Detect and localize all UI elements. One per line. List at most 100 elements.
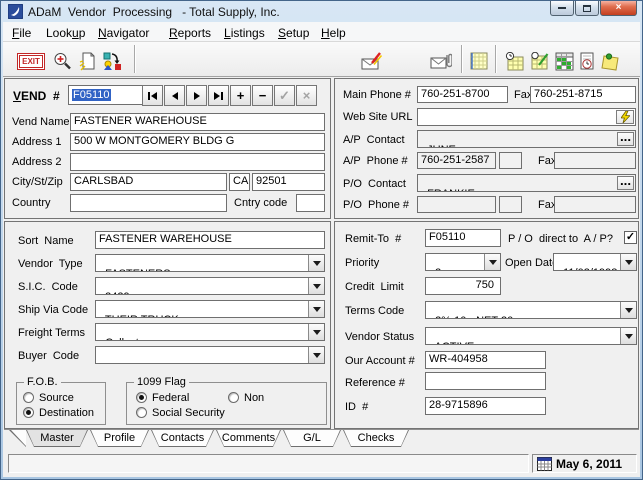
nav-last-button[interactable] (208, 85, 229, 106)
mail-attachment-button[interactable] (428, 49, 454, 73)
nav-cancel-button[interactable]: × (296, 85, 317, 106)
city-field[interactable]: CARLSBAD (70, 173, 227, 191)
buyer-code-dropdown[interactable] (95, 346, 325, 364)
maximize-button[interactable] (575, 1, 599, 16)
fob-source-label[interactable]: Source (39, 392, 74, 404)
ap-fax-field[interactable] (554, 152, 636, 169)
flag1099-ss-label[interactable]: Social Security (152, 407, 225, 419)
tab-contacts[interactable]: Contacts (151, 430, 214, 447)
new-document-icon (79, 52, 98, 71)
grid-data-icon (555, 52, 574, 71)
web-url-field[interactable] (417, 108, 636, 126)
flag1099-federal-label[interactable]: Federal (152, 392, 189, 404)
dropdown-arrow-icon[interactable] (620, 328, 636, 344)
nav-insert-button[interactable]: + (230, 85, 251, 106)
sic-code-dropdown[interactable]: 3429 (95, 277, 325, 295)
tab-gl[interactable]: G/L (283, 430, 341, 447)
main-fax-field[interactable]: 760-251-8715 (530, 86, 636, 103)
dropdown-arrow-icon[interactable] (620, 254, 636, 270)
vend-name-field[interactable]: FASTENER WAREHOUSE (70, 113, 325, 131)
address1-field[interactable]: 500 W MONTGOMERY BLDG G (70, 133, 325, 151)
remit-to-label: Remit-To # (345, 233, 401, 245)
credit-limit-field[interactable]: 750 (425, 277, 501, 295)
po-fax-field[interactable] (554, 196, 636, 213)
tab-profile[interactable]: Profile (90, 430, 149, 447)
ap-contact-field[interactable]: JUNE ... (417, 130, 636, 148)
nav-next-button[interactable] (186, 85, 207, 106)
ap-phone-ext-field[interactable] (499, 152, 522, 169)
dropdown-arrow-icon[interactable] (308, 347, 324, 363)
sort-name-field[interactable]: FASTENER WAREHOUSE (95, 231, 325, 249)
flag1099-federal-radio[interactable] (136, 392, 147, 403)
po-contact-more-button[interactable]: ... (617, 176, 634, 190)
reference-field[interactable] (425, 372, 546, 390)
nav-post-button[interactable]: ✓ (274, 85, 295, 106)
country-field[interactable] (70, 194, 227, 212)
nav-delete-button[interactable]: − (252, 85, 273, 106)
new-record-button[interactable] (75, 49, 101, 73)
terms-code-label: Terms Code (345, 305, 404, 317)
send-mail-button[interactable] (359, 49, 385, 73)
spreadsheet-button[interactable] (466, 49, 492, 73)
nav-first-button[interactable] (142, 85, 163, 106)
dropdown-arrow-icon[interactable] (308, 324, 324, 340)
dropdown-arrow-icon[interactable] (620, 302, 636, 318)
po-phone-label: P/O Phone # (343, 199, 409, 211)
web-launch-button[interactable] (616, 110, 634, 124)
check-icon: ✓ (279, 88, 290, 104)
freight-terms-dropdown[interactable]: Collect (95, 323, 325, 341)
vendor-type-label: Vendor Type (18, 258, 83, 270)
navigator-button[interactable] (99, 49, 125, 73)
grid-history-button[interactable] (501, 49, 527, 73)
vendor-type-dropdown[interactable]: FASTENERS (95, 254, 325, 272)
nav-prev-button[interactable] (164, 85, 185, 106)
tab-checks[interactable]: Checks (343, 430, 409, 447)
main-phone-field[interactable]: 760-251-8700 (417, 86, 508, 103)
open-date-dropdown[interactable]: 11/03/1998 (553, 253, 637, 271)
dropdown-arrow-icon[interactable] (308, 278, 324, 294)
menu-listings[interactable]: Listings (224, 26, 265, 40)
id-number-field[interactable]: 28-9715896 (425, 397, 546, 415)
tab-comments[interactable]: Comments (216, 430, 281, 447)
menu-reports[interactable]: Reports (169, 26, 211, 40)
dropdown-arrow-icon[interactable] (484, 254, 500, 270)
remit-to-field[interactable]: F05110 (425, 229, 501, 247)
flag1099-ss-radio[interactable] (136, 407, 147, 418)
vendor-status-dropdown[interactable]: ACTIVE (425, 327, 637, 345)
address2-field[interactable] (70, 153, 325, 171)
zip-field[interactable]: 92501 (252, 173, 325, 191)
ap-phone-field[interactable]: 760-251-2587 (417, 152, 496, 169)
flag1099-non-radio[interactable] (228, 392, 239, 403)
grid-edit-button[interactable] (526, 49, 552, 73)
terms-code-dropdown[interactable]: 2% 10 - NET 30 (425, 301, 637, 319)
menu-help[interactable]: Help (321, 26, 346, 40)
po-direct-checkbox[interactable] (624, 231, 637, 244)
menu-navigator[interactable]: Navigator (98, 26, 149, 40)
dropdown-arrow-icon[interactable] (308, 255, 324, 271)
dropdown-arrow-icon[interactable] (308, 301, 324, 317)
po-phone-ext-field[interactable] (499, 196, 522, 213)
our-account-field[interactable]: WR-404958 (425, 351, 546, 369)
menu-setup[interactable]: Setup (278, 26, 309, 40)
country-code-field[interactable] (296, 194, 325, 212)
tab-master[interactable]: Master (26, 430, 88, 447)
po-phone-field[interactable] (417, 196, 496, 213)
state-field[interactable]: CA (229, 173, 250, 191)
vend-number-field[interactable]: F05110 (68, 85, 146, 105)
menu-file[interactable]: File (12, 26, 31, 40)
exit-button[interactable]: EXIT (15, 49, 47, 73)
menu-lookup[interactable]: Lookup (46, 26, 85, 40)
fob-source-radio[interactable] (23, 392, 34, 403)
ap-contact-more-button[interactable]: ... (617, 132, 634, 146)
close-icon: × (616, 3, 622, 13)
flag1099-non-label[interactable]: Non (244, 392, 264, 404)
fob-destination-label[interactable]: Destination (39, 407, 94, 419)
fob-destination-radio[interactable] (23, 407, 34, 418)
ship-via-dropdown[interactable]: THEIR TRUCK (95, 300, 325, 318)
minimize-button[interactable] (550, 1, 574, 16)
sticky-note-button[interactable] (597, 49, 623, 73)
close-button[interactable]: × (600, 1, 637, 16)
zoom-button[interactable] (49, 49, 75, 73)
priority-dropdown[interactable]: 3 (425, 253, 501, 271)
po-contact-field[interactable]: FRANKIE ... (417, 174, 636, 192)
